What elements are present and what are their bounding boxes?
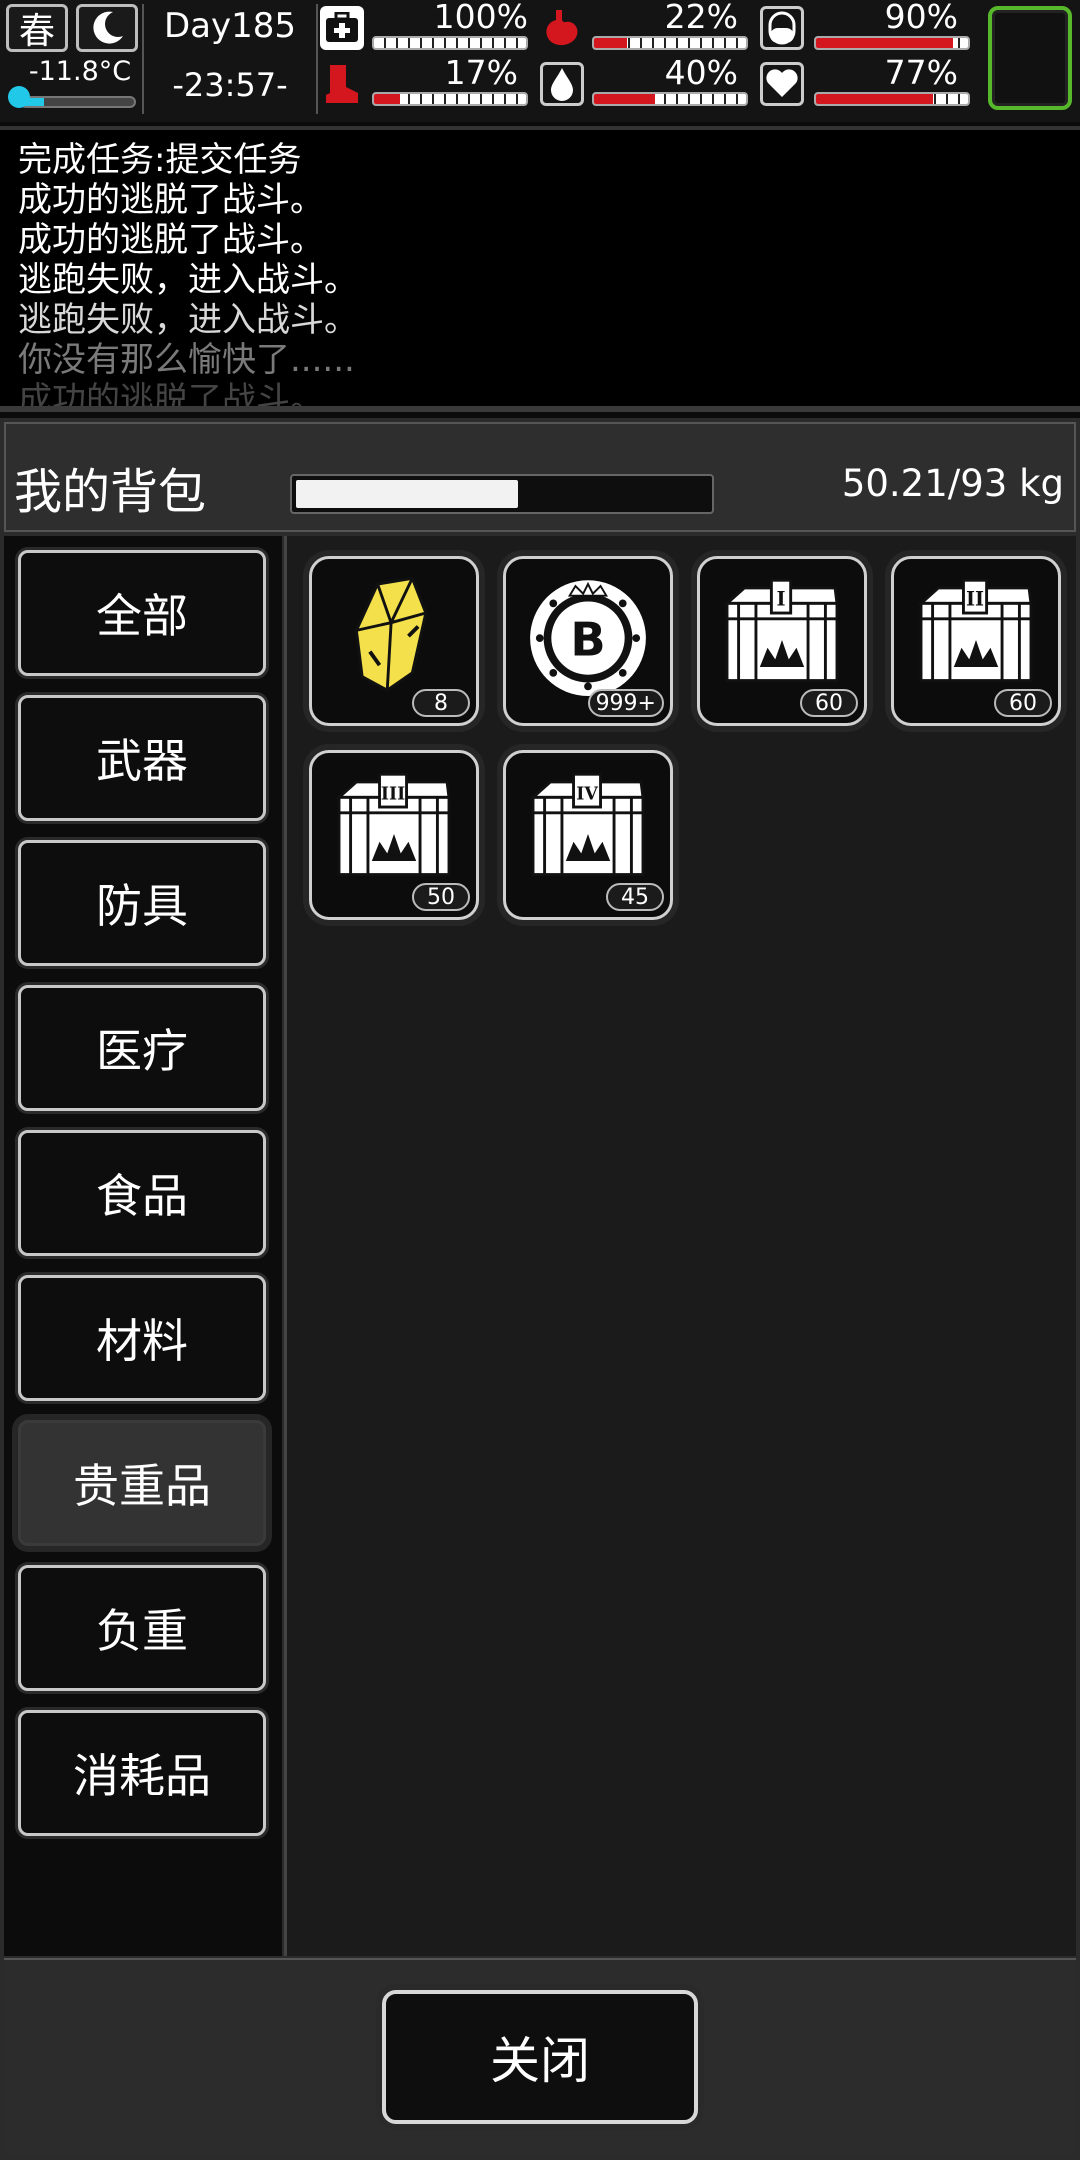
item-count: 999+ — [587, 689, 664, 717]
divider — [142, 4, 144, 114]
log-line: 成功的逃脱了战斗。 — [18, 180, 324, 220]
item-slot[interactable]: I 60 — [697, 556, 867, 726]
item-slot[interactable]: 8 — [309, 556, 479, 726]
medicine-bar — [814, 36, 970, 50]
day-counter: Day185 — [163, 6, 297, 46]
health-bar — [372, 36, 528, 50]
inventory-panel: 我的背包 50.21/93 kg 全部 武器 防具 医疗 食品 材料 贵重品 负… — [0, 418, 1080, 2160]
medicine-value: 90% — [884, 0, 958, 36]
stamina-value: 17% — [444, 53, 518, 92]
stomach-icon — [540, 6, 584, 50]
health-value: 100% — [433, 0, 528, 36]
item-count: 45 — [606, 883, 664, 911]
svg-text:I: I — [777, 587, 786, 610]
category-materials-button[interactable]: 材料 — [18, 1275, 266, 1401]
item-slot[interactable]: IV 45 — [503, 750, 673, 920]
medkit-icon — [320, 6, 364, 50]
category-carry-button[interactable]: 负重 — [18, 1565, 266, 1691]
hunger-bar — [592, 36, 748, 50]
divider — [316, 4, 318, 114]
category-armor-button[interactable]: 防具 — [18, 840, 266, 966]
log-line: 成功的逃脱了战斗。 — [18, 380, 324, 412]
log-line: 成功的逃脱了战斗。 — [18, 220, 324, 260]
thirst-bar — [592, 92, 748, 106]
mood-bar — [814, 92, 970, 106]
svg-text:II: II — [966, 587, 984, 610]
boot-icon — [320, 62, 364, 106]
inventory-header: 我的背包 50.21/93 kg — [4, 422, 1076, 532]
weight-label: 50.21/93 kg — [841, 462, 1064, 505]
season-label: 春 — [18, 11, 55, 52]
log-line: 逃跑失败，进入战斗。 — [18, 300, 358, 340]
thirst-value: 40% — [664, 53, 738, 92]
status-bar: 春 -11.8°C Day185 -23:57- 100% 22% 90% 17… — [0, 0, 1080, 122]
category-consumables-button[interactable]: 消耗品 — [18, 1710, 266, 1836]
equipment-slot[interactable] — [988, 6, 1072, 110]
mood-value: 77% — [884, 53, 958, 92]
item-count: 60 — [800, 689, 858, 717]
inventory-title: 我的背包 — [14, 464, 207, 520]
category-medical-button[interactable]: 医疗 — [18, 985, 266, 1111]
thermometer-icon — [8, 86, 30, 108]
heart-icon — [760, 62, 804, 106]
item-slot[interactable]: B 999+ — [503, 556, 673, 726]
message-log[interactable]: 完成任务:提交任务 成功的逃脱了战斗。 成功的逃脱了战斗。 逃跑失败，进入战斗。… — [0, 126, 1080, 412]
item-slot[interactable]: II 60 — [891, 556, 1061, 726]
svg-text:B: B — [570, 612, 605, 666]
weight-bar — [290, 474, 714, 514]
svg-text:IV: IV — [576, 784, 598, 804]
item-count: 50 — [412, 883, 470, 911]
water-drop-icon — [540, 62, 584, 106]
game-clock: -23:57- — [172, 66, 288, 104]
close-button[interactable]: 关闭 — [382, 1990, 698, 2124]
hunger-value: 22% — [664, 0, 738, 36]
season-indicator: 春 — [6, 4, 68, 52]
stamina-bar — [372, 92, 528, 106]
category-all-button[interactable]: 全部 — [18, 550, 266, 676]
item-count: 60 — [994, 689, 1052, 717]
night-indicator — [76, 4, 138, 52]
item-grid: 8 B 999+ I 60 II 60 III 50 IV 45 — [284, 536, 1076, 1956]
log-line: 完成任务:提交任务 — [18, 140, 302, 180]
log-line: 逃跑失败，进入战斗。 — [18, 260, 358, 300]
pill-icon — [760, 6, 804, 50]
temperature-label: -11.8°C — [28, 56, 132, 87]
category-weapons-button[interactable]: 武器 — [18, 695, 266, 821]
moon-icon — [93, 11, 123, 44]
temperature-bar — [20, 96, 136, 108]
svg-text:III: III — [381, 784, 405, 804]
item-count: 8 — [412, 689, 470, 717]
item-slot[interactable]: III 50 — [309, 750, 479, 920]
category-valuables-button[interactable]: 贵重品 — [18, 1420, 266, 1546]
category-list: 全部 武器 防具 医疗 食品 材料 贵重品 负重 消耗品 — [4, 536, 282, 1956]
log-line: 你没有那么愉快了...... — [18, 340, 355, 380]
category-food-button[interactable]: 食品 — [18, 1130, 266, 1256]
